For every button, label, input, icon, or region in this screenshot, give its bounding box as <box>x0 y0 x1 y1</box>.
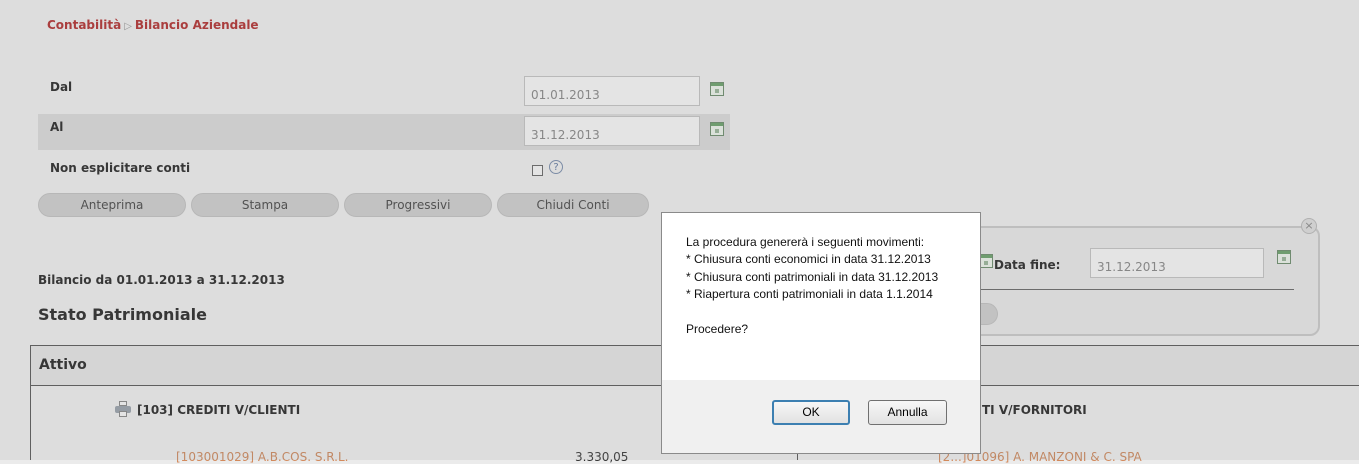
dialog-message: La procedura genererà i seguenti movimen… <box>686 234 938 338</box>
dialog-message-line: Procedere? <box>686 321 749 336</box>
dialog-message-line: La procedura genererà i seguenti movimen… <box>686 235 925 249</box>
dialog-message-line: * Chiusura conti patrimoniali in data 31… <box>686 269 939 284</box>
dialog-message-line: * Chiusura conti economici in data 31.12… <box>686 252 931 267</box>
confirm-dialog: La procedura genererà i seguenti movimen… <box>661 212 981 454</box>
dialog-message-line <box>686 304 938 321</box>
ok-button[interactable]: OK <box>772 400 850 425</box>
cancel-button[interactable]: Annulla <box>868 400 947 425</box>
dialog-message-line: * Riapertura conti patrimoniali in data … <box>686 287 933 302</box>
dialog-footer: OK Annulla <box>662 380 980 453</box>
